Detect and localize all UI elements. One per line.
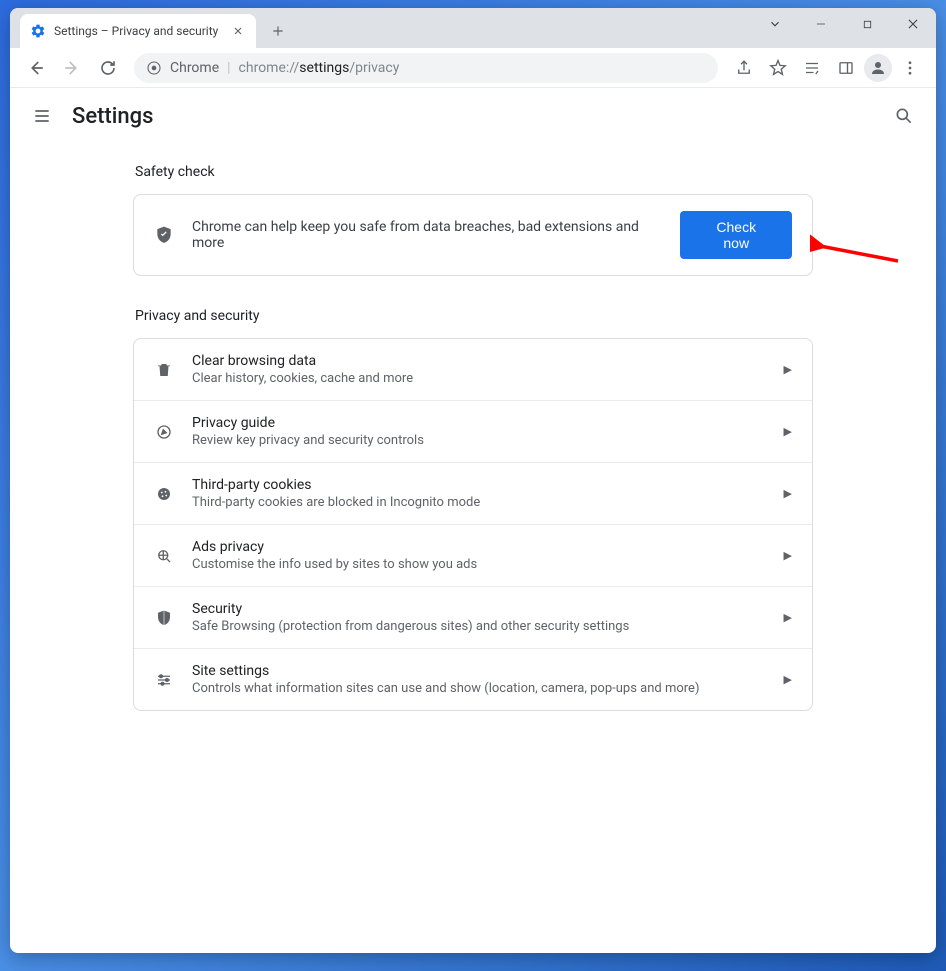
site-settings-row[interactable]: Site settings Controls what information … xyxy=(134,649,812,710)
hamburger-icon[interactable] xyxy=(30,104,54,128)
side-panel-icon[interactable] xyxy=(830,52,862,84)
close-tab-icon[interactable] xyxy=(230,23,246,39)
shield-icon xyxy=(154,608,174,628)
compass-icon xyxy=(154,422,174,442)
cookie-icon xyxy=(154,484,174,504)
privacy-guide-row[interactable]: Privacy guide Review key privacy and sec… xyxy=(134,401,812,463)
gear-icon xyxy=(30,23,46,39)
window-dropdown-icon[interactable] xyxy=(752,8,798,40)
title-bar: Settings – Privacy and security xyxy=(10,8,936,48)
window-controls xyxy=(752,8,936,48)
row-subtitle: Third-party cookies are blocked in Incog… xyxy=(192,495,766,510)
chevron-right-icon: ▶ xyxy=(784,425,792,438)
privacy-security-heading: Privacy and security xyxy=(133,308,813,324)
security-row[interactable]: Security Safe Browsing (protection from … xyxy=(134,587,812,649)
row-title: Ads privacy xyxy=(192,539,766,555)
menu-icon[interactable] xyxy=(894,52,926,84)
safety-check-description: Chrome can help keep you safe from data … xyxy=(192,219,662,251)
row-title: Clear browsing data xyxy=(192,353,766,369)
chrome-icon xyxy=(146,60,162,76)
third-party-cookies-row[interactable]: Third-party cookies Third-party cookies … xyxy=(134,463,812,525)
browser-window: Settings – Privacy and security xyxy=(10,8,936,953)
toolbar: Chrome | chrome://settings/privacy xyxy=(10,48,936,88)
row-subtitle: Customise the info used by sites to show… xyxy=(192,557,766,572)
profile-button[interactable] xyxy=(864,54,892,82)
verified-shield-icon xyxy=(154,225,174,245)
search-icon[interactable] xyxy=(892,104,916,128)
ads-privacy-row[interactable]: Ads privacy Customise the info used by s… xyxy=(134,525,812,587)
safety-check-card: Chrome can help keep you safe from data … xyxy=(133,194,813,276)
omnibox-chrome-label: Chrome xyxy=(170,60,219,76)
page-title: Settings xyxy=(72,104,892,129)
check-now-button[interactable]: Check now xyxy=(680,211,792,259)
back-button[interactable] xyxy=(20,52,52,84)
chevron-right-icon: ▶ xyxy=(784,549,792,562)
close-window-icon[interactable] xyxy=(890,8,936,40)
safety-check-heading: Safety check xyxy=(133,164,813,180)
address-bar[interactable]: Chrome | chrome://settings/privacy xyxy=(134,53,718,83)
tab-title: Settings – Privacy and security xyxy=(54,24,222,38)
reading-list-icon[interactable] xyxy=(796,52,828,84)
row-subtitle: Safe Browsing (protection from dangerous… xyxy=(192,619,766,634)
bookmark-icon[interactable] xyxy=(762,52,794,84)
new-tab-button[interactable] xyxy=(264,17,292,45)
share-icon[interactable] xyxy=(728,52,760,84)
content-area: Safety check Chrome can help keep you sa… xyxy=(10,144,936,953)
row-title: Security xyxy=(192,601,766,617)
omnibox-url: chrome://settings/privacy xyxy=(239,60,400,76)
row-title: Site settings xyxy=(192,663,766,679)
row-title: Third-party cookies xyxy=(192,477,766,493)
reload-button[interactable] xyxy=(92,52,124,84)
chevron-right-icon: ▶ xyxy=(784,363,792,376)
chevron-right-icon: ▶ xyxy=(784,487,792,500)
tune-icon xyxy=(154,670,174,690)
trash-icon xyxy=(154,360,174,380)
privacy-security-card: Clear browsing data Clear history, cooki… xyxy=(133,338,813,711)
ads-icon xyxy=(154,546,174,566)
omnibox-divider: | xyxy=(227,60,230,76)
row-subtitle: Controls what information sites can use … xyxy=(192,681,766,696)
settings-header: Settings xyxy=(10,88,936,144)
row-subtitle: Clear history, cookies, cache and more xyxy=(192,371,766,386)
maximize-icon[interactable] xyxy=(844,8,890,40)
row-subtitle: Review key privacy and security controls xyxy=(192,433,766,448)
row-title: Privacy guide xyxy=(192,415,766,431)
clear-browsing-data-row[interactable]: Clear browsing data Clear history, cooki… xyxy=(134,339,812,401)
minimize-icon[interactable] xyxy=(798,8,844,40)
forward-button[interactable] xyxy=(56,52,88,84)
browser-tab[interactable]: Settings – Privacy and security xyxy=(20,14,256,48)
chevron-right-icon: ▶ xyxy=(784,611,792,624)
chevron-right-icon: ▶ xyxy=(784,673,792,686)
